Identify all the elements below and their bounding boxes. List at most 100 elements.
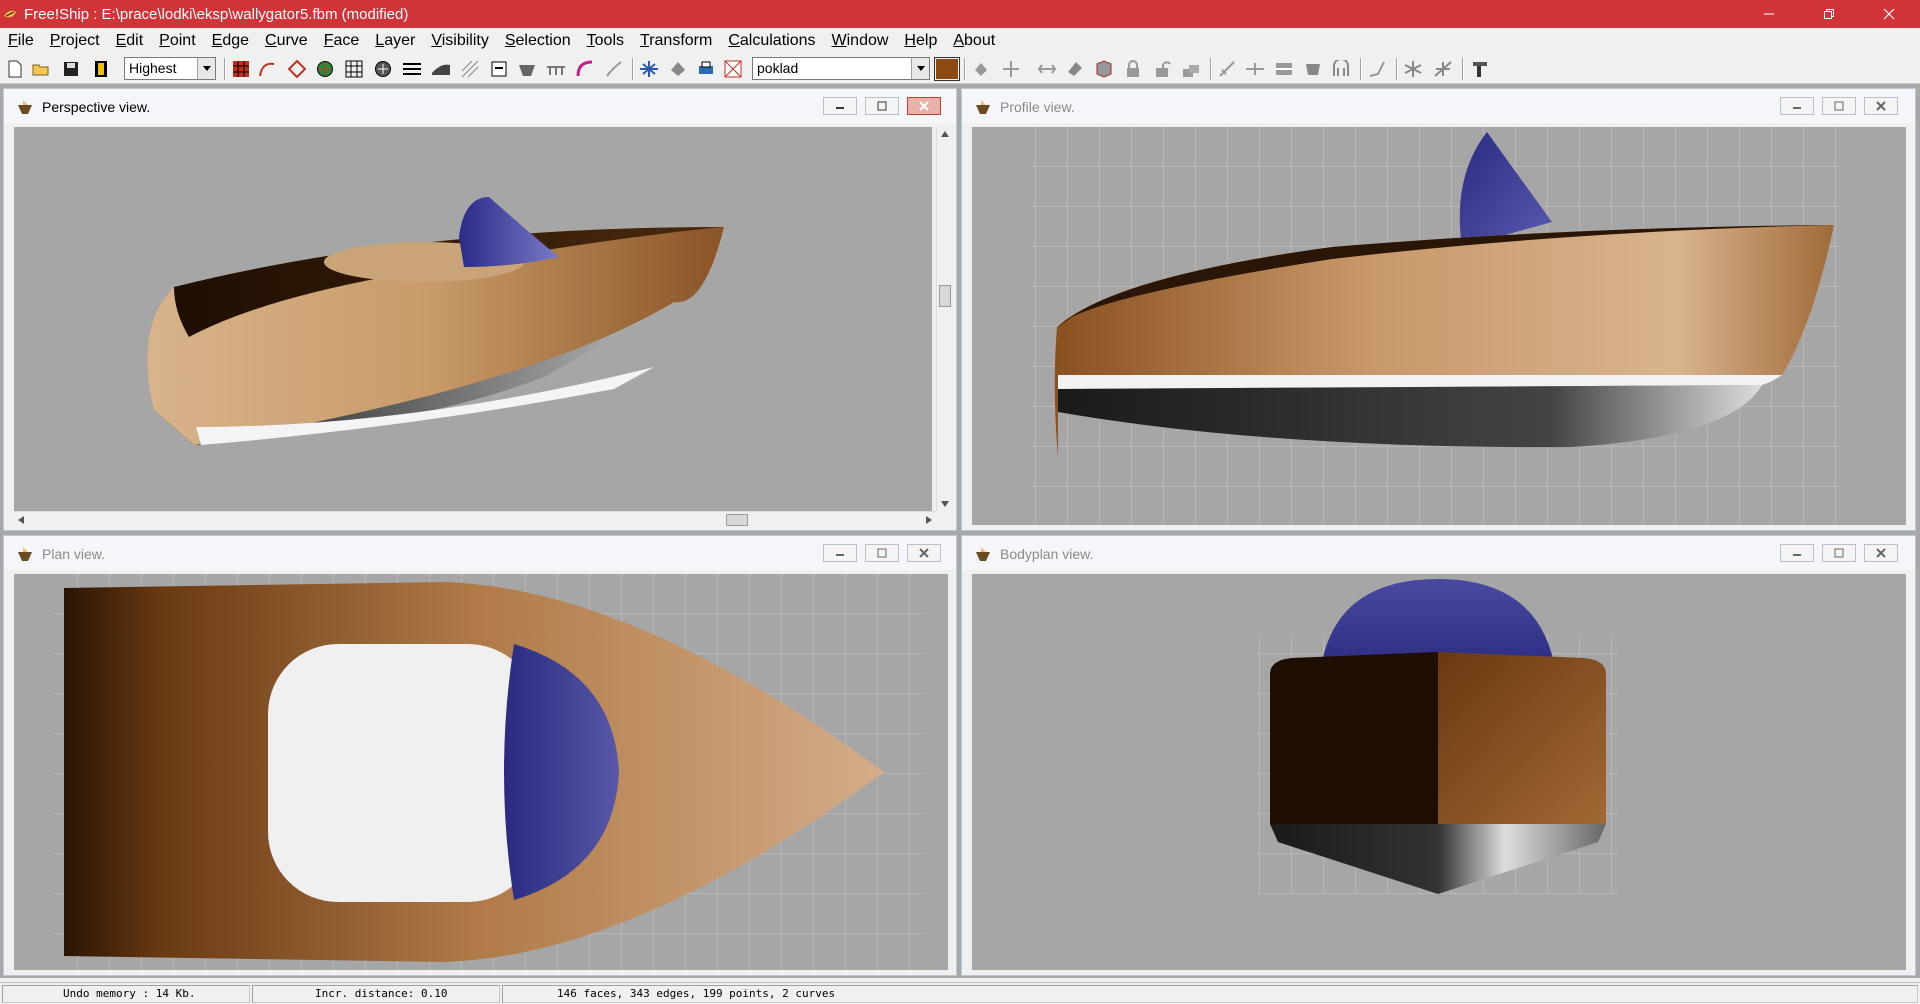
show-grid-button[interactable] (343, 58, 365, 80)
show-stations-button[interactable] (372, 58, 394, 80)
flowlines-button[interactable] (545, 58, 567, 80)
panel-close-button[interactable] (907, 97, 941, 115)
minimize-button[interactable] (1746, 0, 1792, 28)
toolbar-separator (1360, 58, 1362, 80)
perspective-view-window[interactable]: Perspective view. (3, 88, 957, 531)
bodyplan-viewport[interactable] (972, 574, 1906, 970)
show-diagonals-button[interactable] (459, 58, 481, 80)
horizontal-scrollbar[interactable] (14, 511, 936, 527)
menu-item[interactable]: File (0, 28, 42, 54)
scroll-thumb[interactable] (939, 285, 951, 307)
design-hydrostatics-button[interactable] (1216, 58, 1238, 80)
preferences-button[interactable] (1468, 58, 1490, 80)
restore-button[interactable] (1806, 0, 1852, 28)
show-control-net-button[interactable] (230, 58, 252, 80)
collapse-point-button[interactable] (1000, 58, 1022, 80)
layer-color-swatch[interactable] (934, 57, 960, 81)
print-button[interactable] (695, 58, 717, 80)
menu-item[interactable]: Selection (497, 28, 579, 54)
scale-button[interactable] (1432, 58, 1454, 80)
show-waterlines-button[interactable] (430, 58, 452, 80)
profile-view-window[interactable]: Profile view. (961, 88, 1916, 531)
save-icon (64, 62, 78, 76)
show-normals-button[interactable] (314, 58, 336, 80)
menu-item[interactable]: Curve (257, 28, 316, 54)
lock-points-button[interactable] (1122, 58, 1144, 80)
intersections-button[interactable] (1273, 58, 1295, 80)
panel-header[interactable]: Bodyplan view. (962, 536, 1915, 570)
mirror-button[interactable] (1402, 58, 1424, 80)
flip-icon (1096, 60, 1112, 78)
grid-toggle-button[interactable] (722, 58, 744, 80)
panel-header[interactable]: Plan view. (4, 536, 956, 570)
new-file-button[interactable] (4, 58, 26, 80)
panel-maximize-button[interactable] (1822, 97, 1856, 115)
profile-viewport[interactable] (972, 127, 1906, 525)
panel-close-button[interactable] (907, 544, 941, 562)
flip-normals-button[interactable] (1093, 58, 1115, 80)
menu-item[interactable]: Face (316, 28, 368, 54)
developable-button[interactable] (1330, 58, 1352, 80)
color-button[interactable] (90, 58, 112, 80)
panel-minimize-button[interactable] (1780, 97, 1814, 115)
new-point-button[interactable] (970, 58, 992, 80)
show-buttocks-button[interactable] (401, 58, 423, 80)
save-button[interactable] (60, 58, 82, 80)
menu-item[interactable]: About (945, 28, 1003, 54)
panel-close-button[interactable] (1864, 97, 1898, 115)
cross-curves-button[interactable] (1244, 58, 1266, 80)
panel-header[interactable]: Perspective view. (4, 89, 956, 123)
stations-icon (375, 61, 391, 77)
scroll-thumb[interactable] (726, 514, 748, 526)
panel-maximize-button[interactable] (865, 544, 899, 562)
curvature-button[interactable] (574, 58, 596, 80)
unlock-all-button[interactable] (1180, 58, 1202, 80)
bodyplan-view-window[interactable]: Bodyplan view. (961, 535, 1916, 976)
markers-button[interactable] (603, 58, 625, 80)
menu-item[interactable]: Calculations (720, 28, 823, 54)
menu-item[interactable]: Visibility (423, 28, 497, 54)
shade-button[interactable] (516, 58, 538, 80)
panel-close-button[interactable] (1864, 544, 1898, 562)
menu-item[interactable]: Layer (367, 28, 423, 54)
menu-label: roject (60, 32, 100, 49)
vertical-scrollbar[interactable] (936, 127, 952, 511)
plan-view-window[interactable]: Plan view. (3, 535, 957, 976)
panel-header[interactable]: Profile view. (962, 89, 1915, 123)
menu-item[interactable]: Help (896, 28, 945, 54)
new-face-button[interactable] (1064, 58, 1086, 80)
extrude-edge-button[interactable] (1036, 58, 1058, 80)
close-button[interactable] (1866, 0, 1912, 28)
toolbar-separator (224, 58, 226, 80)
open-file-button[interactable] (30, 58, 52, 80)
show-interior-edges-button[interactable] (286, 58, 308, 80)
toolbar-separator (632, 58, 634, 80)
panel-minimize-button[interactable] (823, 544, 857, 562)
menu-item[interactable]: Transform (632, 28, 720, 54)
show-hydrostatics-button[interactable] (488, 58, 510, 80)
precision-select[interactable]: Highest (124, 57, 216, 80)
layer-select[interactable]: poklad (752, 57, 930, 80)
plan-viewport[interactable] (14, 574, 948, 970)
menu-item[interactable]: Edit (108, 28, 152, 54)
intersections-icon (1276, 63, 1292, 75)
zoom-extents-button[interactable] (638, 58, 660, 80)
menu-item[interactable]: Point (151, 28, 203, 54)
menu-item[interactable]: Tools (579, 28, 632, 54)
perspective-viewport[interactable] (14, 127, 932, 511)
menu-item[interactable]: Window (824, 28, 897, 54)
close-icon (1876, 548, 1886, 558)
chevron-down-icon (911, 58, 929, 79)
show-curves-button[interactable] (256, 58, 278, 80)
panel-maximize-button[interactable] (865, 97, 899, 115)
zoom-in-button[interactable] (667, 58, 689, 80)
new-curve-button[interactable] (1366, 58, 1388, 80)
menu-item[interactable]: Project (42, 28, 108, 54)
surface-area-button[interactable] (1302, 58, 1324, 80)
panel-maximize-button[interactable] (1822, 544, 1856, 562)
unlock-points-button[interactable] (1152, 58, 1174, 80)
menu-item[interactable]: Edge (204, 28, 257, 54)
panel-minimize-button[interactable] (1780, 544, 1814, 562)
grid-icon (345, 60, 363, 78)
panel-minimize-button[interactable] (823, 97, 857, 115)
